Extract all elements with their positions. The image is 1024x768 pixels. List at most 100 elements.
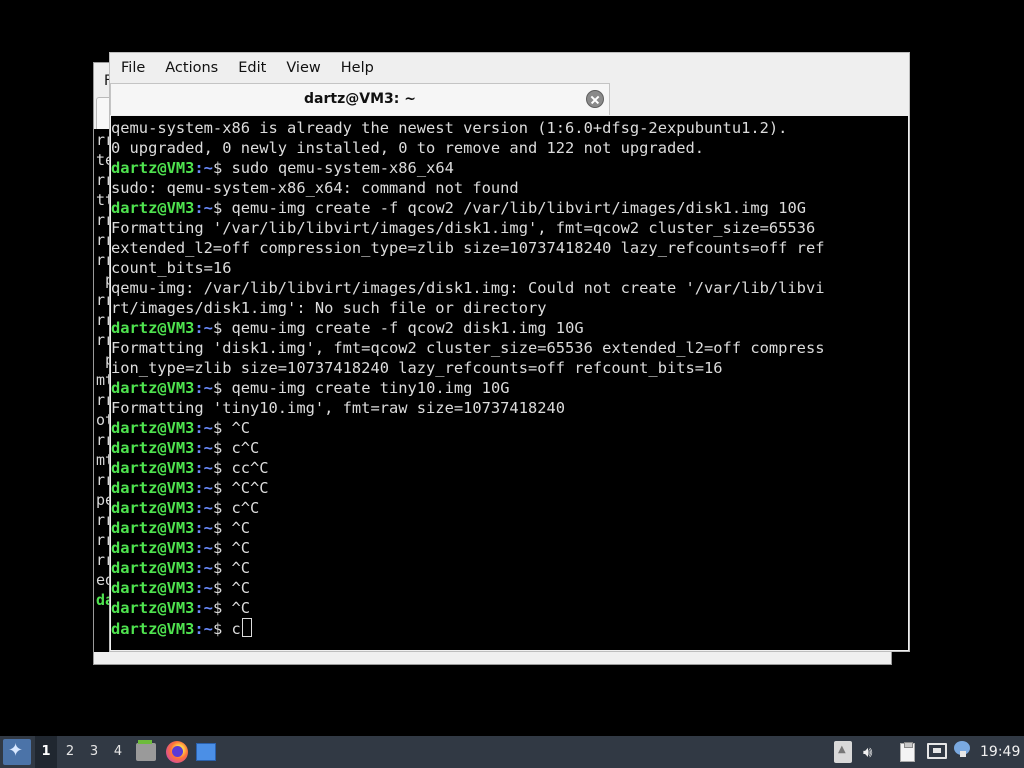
terminal-output-line: count_bits=16 <box>111 258 908 278</box>
prompt-symbol: $ <box>212 479 232 497</box>
command-text: ^C <box>231 519 251 537</box>
prompt-symbol: $ <box>212 539 232 557</box>
prompt-symbol: $ <box>212 519 232 537</box>
output-text: Formatting '/var/lib/libvirt/images/disk… <box>111 219 816 237</box>
show-desktop-icon[interactable] <box>196 743 216 761</box>
tab-dartz-vm3[interactable]: dartz@VM3: ~ <box>110 83 610 115</box>
prompt-path: :~ <box>194 559 213 577</box>
prompt-user-host: dartz@VM3 <box>111 159 195 177</box>
firefox-globe-icon <box>172 746 183 757</box>
prompt-user-host: dartz@VM3 <box>111 419 195 437</box>
terminal-command-line: dartz@VM3:~$ ^C <box>111 518 908 538</box>
prompt-path: :~ <box>194 579 213 597</box>
menu-file[interactable]: File <box>111 53 155 83</box>
terminal-output-line: 0 upgraded, 0 newly installed, 0 to remo… <box>111 138 908 158</box>
prompt-symbol: $ <box>212 199 232 217</box>
command-text: ^C <box>231 539 251 557</box>
terminal-command-line: dartz@VM3:~$ c^C <box>111 438 908 458</box>
prompt-symbol: $ <box>212 419 232 437</box>
menu-actions[interactable]: Actions <box>155 53 228 83</box>
command-text: c^C <box>231 499 260 517</box>
prompt-symbol: $ <box>212 620 232 638</box>
tab-close-icon[interactable] <box>586 90 604 108</box>
prompt-user-host: dartz@VM3 <box>111 539 195 557</box>
network-icon[interactable] <box>927 743 947 759</box>
output-text: Formatting 'tiny10.img', fmt=raw size=10… <box>111 399 566 417</box>
command-text: ^C <box>231 579 251 597</box>
terminal-command-line: dartz@VM3:~$ qemu-img create -f qcow2 di… <box>111 318 908 338</box>
prompt-path: :~ <box>194 499 213 517</box>
workspace-3-button[interactable]: 3 <box>83 736 105 768</box>
command-text: qemu-img create -f qcow2 /var/lib/libvir… <box>231 199 807 217</box>
workspace-2-button[interactable]: 2 <box>59 736 81 768</box>
prompt-user-host: dartz@VM3 <box>111 479 195 497</box>
command-text: c <box>231 620 241 638</box>
terminal-output-line: sudo: qemu-system-x86_x64: command not f… <box>111 178 908 198</box>
output-text: qemu-system-x86 is already the newest ve… <box>111 119 788 137</box>
terminal-output[interactable]: qemu-system-x86 is already the newest ve… <box>111 116 908 650</box>
output-text: Formatting 'disk1.img', fmt=qcow2 cluste… <box>111 339 825 357</box>
terminal-output-line: qemu-system-x86 is already the newest ve… <box>111 118 908 138</box>
output-text: sudo: qemu-system-x86_x64: command not f… <box>111 179 519 197</box>
prompt-path: :~ <box>194 159 213 177</box>
prompt-symbol: $ <box>212 459 232 477</box>
workspace-1-button[interactable]: 1 <box>35 736 57 768</box>
taskbar: ✦ 1 2 3 4 ▲ 🔊︎ 19:49 <box>0 736 1024 768</box>
prompt-symbol: $ <box>212 379 232 397</box>
prompt-user-host: dartz@VM3 <box>111 579 195 597</box>
clock[interactable]: 19:49 <box>980 736 1020 768</box>
menu-edit[interactable]: Edit <box>228 53 276 83</box>
prompt-symbol: $ <box>212 579 232 597</box>
workspace-4-button[interactable]: 4 <box>107 736 129 768</box>
tab-title: dartz@VM3: ~ <box>304 91 416 107</box>
prompt-symbol: $ <box>212 439 232 457</box>
volume-icon[interactable]: 🔊︎ <box>863 743 872 761</box>
terminal-command-line: dartz@VM3:~$ ^C <box>111 578 908 598</box>
command-text: qemu-img create tiny10.img 10G <box>231 379 510 397</box>
prompt-user-host: dartz@VM3 <box>111 379 195 397</box>
prompt-path: :~ <box>194 599 213 617</box>
terminal-command-line: dartz@VM3:~$ ^C^C <box>111 478 908 498</box>
firefox-icon[interactable] <box>166 741 188 763</box>
prompt-symbol: $ <box>212 499 232 517</box>
application-menu-button[interactable]: ✦ <box>3 739 31 765</box>
prompt-path: :~ <box>194 419 213 437</box>
output-text: ion_type=zlib size=10737418240 lazy_refc… <box>111 359 723 377</box>
output-text: 0 upgraded, 0 newly installed, 0 to remo… <box>111 139 705 157</box>
clipboard-icon[interactable] <box>900 742 915 762</box>
prompt-path: :~ <box>194 459 213 477</box>
prompt-path: :~ <box>194 199 213 217</box>
terminal-output-line: qemu-img: /var/lib/libvirt/images/disk1.… <box>111 278 908 298</box>
file-manager-icon[interactable] <box>136 740 156 761</box>
menubar: File Actions Edit View Help <box>110 53 909 83</box>
terminal-command-line: dartz@VM3:~$ c <box>111 618 908 638</box>
terminal-output-line: Formatting 'tiny10.img', fmt=raw size=10… <box>111 398 908 418</box>
menu-view[interactable]: View <box>276 53 330 83</box>
output-text: extended_l2=off compression_type=zlib si… <box>111 239 825 257</box>
terminal-command-line: dartz@VM3:~$ ^C <box>111 538 908 558</box>
terminal-output-line: ion_type=zlib size=10737418240 lazy_refc… <box>111 358 908 378</box>
command-text: sudo qemu-system-x86_x64 <box>231 159 454 177</box>
text-cursor <box>241 618 252 637</box>
scroll-up-arrow-icon: ▲ <box>838 744 846 755</box>
prompt-user-host: dartz@VM3 <box>111 319 195 337</box>
output-text: count_bits=16 <box>111 259 232 277</box>
command-text: ^C <box>231 599 251 617</box>
menu-help[interactable]: Help <box>331 53 384 83</box>
prompt-user-host: dartz@VM3 <box>111 439 195 457</box>
updates-icon[interactable] <box>954 741 970 757</box>
prompt-path: :~ <box>194 539 213 557</box>
scroll-indicator-icon[interactable]: ▲ <box>834 741 852 763</box>
command-text: ^C <box>231 559 251 577</box>
command-text: cc^C <box>231 459 269 477</box>
prompt-user-host: dartz@VM3 <box>111 559 195 577</box>
terminal-command-line: dartz@VM3:~$ ^C <box>111 558 908 578</box>
terminal-window[interactable]: File Actions Edit View Help dartz@VM3: ~ qem… <box>109 52 910 652</box>
lubuntu-logo-icon: ✦ <box>8 740 24 761</box>
prompt-user-host: dartz@VM3 <box>111 599 195 617</box>
command-text: qemu-img create -f qcow2 disk1.img 10G <box>231 319 584 337</box>
prompt-path: :~ <box>194 479 213 497</box>
terminal-output-line: Formatting 'disk1.img', fmt=qcow2 cluste… <box>111 338 908 358</box>
prompt-symbol: $ <box>212 319 232 337</box>
terminal-command-line: dartz@VM3:~$ qemu-img create tiny10.img … <box>111 378 908 398</box>
